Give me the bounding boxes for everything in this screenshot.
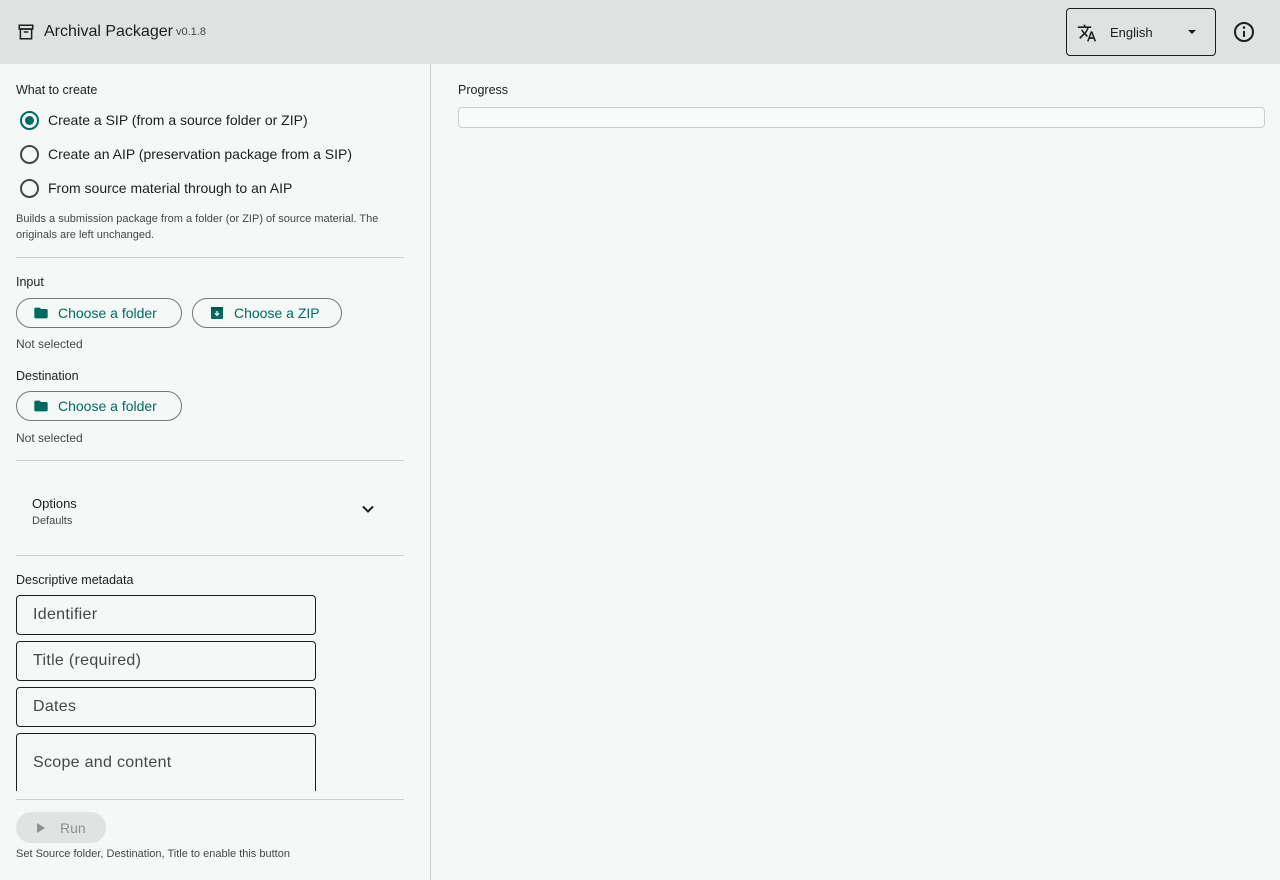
app-header: Archival Packager v0.1.8 English xyxy=(0,0,1280,64)
options-subtitle: Defaults xyxy=(32,515,73,527)
play-icon xyxy=(37,822,45,833)
divider xyxy=(16,799,404,800)
scope-textarea[interactable] xyxy=(17,734,315,791)
archive-box-icon xyxy=(18,24,34,40)
mode-help-text: Builds a submission package from a folde… xyxy=(16,213,379,241)
input-choose-folder-button[interactable]: Choose a folder xyxy=(16,298,182,328)
run-button[interactable]: Run xyxy=(16,812,106,843)
radio-indicator[interactable] xyxy=(20,144,39,164)
divider xyxy=(16,257,404,258)
radio-source-to-aip[interactable]: From source material through to an AIP xyxy=(20,176,292,200)
radio-indicator[interactable] xyxy=(20,178,39,198)
identifier-input[interactable] xyxy=(17,596,315,634)
button-label: Choose a ZIP xyxy=(234,305,320,321)
folder-icon xyxy=(34,307,48,319)
input-status: Not selected xyxy=(16,337,83,351)
language-select[interactable]: English xyxy=(1066,8,1216,56)
archive-download-icon xyxy=(211,307,223,319)
run-hint: Set Source folder, Destination, Title to… xyxy=(16,848,290,860)
radio-create-sip[interactable]: Create a SIP (from a source folder or ZI… xyxy=(20,108,308,132)
progress-panel: Progress xyxy=(430,64,1280,880)
identifier-field[interactable] xyxy=(16,595,316,635)
info-icon[interactable] xyxy=(1232,20,1256,44)
radio-create-aip[interactable]: Create an AIP (preservation package from… xyxy=(20,142,352,166)
radio-label: Create a SIP (from a source folder or ZI… xyxy=(48,112,308,128)
scope-field[interactable] xyxy=(16,733,316,791)
button-label: Choose a folder xyxy=(58,305,157,321)
progress-label: Progress xyxy=(458,83,509,97)
metadata-scroll-area[interactable] xyxy=(0,594,430,791)
dates-input[interactable] xyxy=(17,688,315,726)
title-input[interactable] xyxy=(17,642,315,680)
destination-status: Not selected xyxy=(16,431,83,445)
dates-field[interactable] xyxy=(16,687,316,727)
app-title: Archival Packager xyxy=(44,23,173,40)
settings-panel: What to create Create a SIP (from a sour… xyxy=(0,64,430,880)
divider xyxy=(16,555,404,556)
destination-choose-folder-button[interactable]: Choose a folder xyxy=(16,391,182,421)
progress-bar xyxy=(458,107,1265,128)
radio-indicator[interactable] xyxy=(20,110,39,130)
app-version: v0.1.8 xyxy=(176,26,206,38)
language-value: English xyxy=(1110,25,1153,40)
caret-down-icon xyxy=(1188,30,1196,34)
mode-label: What to create xyxy=(16,83,98,97)
radio-label: Create an AIP (preservation package from… xyxy=(48,146,353,162)
folder-icon xyxy=(34,400,48,412)
destination-label: Destination xyxy=(16,369,79,383)
options-title: Options xyxy=(32,496,77,511)
input-choose-zip-button[interactable]: Choose a ZIP xyxy=(192,298,342,328)
chevron-down-icon xyxy=(362,505,374,513)
radio-label: From source material through to an AIP xyxy=(48,180,293,196)
run-button-label: Run xyxy=(60,819,86,836)
button-label: Choose a folder xyxy=(58,398,157,414)
translate-icon xyxy=(1077,24,1097,42)
options-expansion-panel[interactable]: Options Defaults xyxy=(16,461,404,555)
input-label: Input xyxy=(16,275,44,289)
metadata-label: Descriptive metadata xyxy=(16,573,134,587)
title-field[interactable] xyxy=(16,641,316,681)
